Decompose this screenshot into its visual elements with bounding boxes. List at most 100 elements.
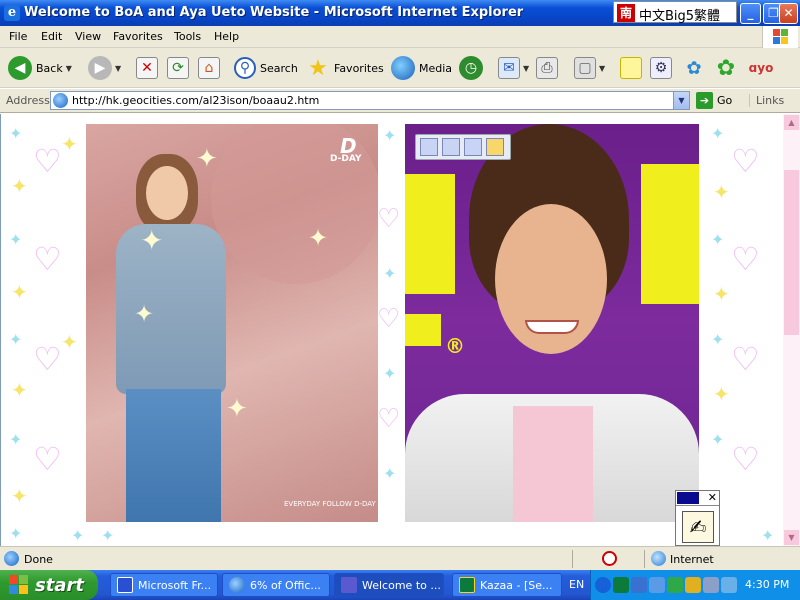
kazaa-tray-icon[interactable] [613,577,629,593]
go-button[interactable]: ➔ Go [696,92,732,109]
sparkle-icon: ✦ [134,300,155,328]
my-pictures-icon[interactable] [486,138,504,156]
mail-dropdown-icon[interactable]: ▼ [523,64,529,73]
forward-dropdown-icon[interactable]: ▼ [115,64,121,73]
task-label: Kazaa - [Se... [480,578,553,592]
icq-icon: ✿ [716,55,736,81]
connection-tray-icon[interactable] [721,577,737,593]
face-shape [146,166,188,220]
go-label: Go [717,94,733,107]
menu-edit[interactable]: Edit [41,30,62,43]
frontpage-icon [117,577,133,593]
volume-tray-icon[interactable] [703,577,719,593]
tray-expand-icon[interactable] [595,577,611,593]
messenger-tray-icon[interactable] [649,577,665,593]
task-kazaa[interactable]: Kazaa - [Se... [452,573,562,597]
windows-flag-icon [9,575,29,595]
back-icon: ◀ [8,56,32,80]
language-indicator[interactable]: EN [569,578,584,591]
vertical-scrollbar[interactable]: ▲ ▼ [783,114,800,546]
status-bar: Done Internet [0,546,800,570]
transfer-tray-icon[interactable] [685,577,701,593]
favorites-button[interactable]: ★ Favorites [306,54,384,82]
page-content: ♡ ♡ ♡ ♡ ✦ ✦ ✦ ✦ ✦ ✦ ✦ ✦ ✦ ✦ ✦ ✦ ✦ ♡ ♡ ♡ … [0,114,783,546]
menu-help[interactable]: Help [214,30,239,43]
mail-button[interactable]: ✉ ▼ [498,54,529,82]
heart-icon: ♡ [33,340,62,378]
popup-close-icon[interactable]: ✕ [708,491,717,504]
home-icon: ⌂ [198,57,220,79]
stop-button[interactable]: ✕ [136,54,158,82]
msn-button[interactable]: ɑyo [746,54,776,82]
icq-button[interactable]: ✿ [714,54,738,82]
page-done-icon [4,551,19,566]
task-welcome-ie[interactable]: Welcome to ... [334,573,444,597]
network-tray-icon[interactable] [631,577,647,593]
menu-view[interactable]: View [75,30,101,43]
sparkle-icon: ✦ [383,126,397,145]
print-image-icon[interactable] [442,138,460,156]
popup-widget: ✕ ✍ [675,490,720,546]
jeans-shape [126,389,221,522]
popup-blocked-icon[interactable] [602,551,617,566]
windows-logo-icon [762,26,798,48]
address-dropdown-icon[interactable]: ▼ [673,92,689,109]
ie-icon [229,577,245,593]
forward-icon: ▶ [88,56,112,80]
media-button[interactable]: Media [391,54,452,82]
sparkle-icon: ✦ [383,264,397,283]
start-button[interactable]: start [0,570,98,600]
internet-zone-icon [651,551,666,566]
minimize-button[interactable]: _ [740,3,761,24]
save-image-icon[interactable] [420,138,438,156]
sparkle-icon: ✦ [61,132,78,156]
sparkle-icon: ✦ [711,230,725,249]
sparkle-icon: ✦ [196,144,218,174]
back-button[interactable]: ◀ Back ▼ [8,54,72,82]
sparkle-icon: ✦ [713,180,730,204]
messenger-button[interactable]: ✿ [682,54,706,82]
scroll-up-icon[interactable]: ▲ [784,115,799,130]
menu-file[interactable]: File [9,30,27,43]
search-label: Search [260,61,298,75]
address-input[interactable]: http://hk.geocities.com/al23ison/boaau2.… [50,91,690,110]
history-button[interactable]: ◷ [459,54,483,82]
back-label: Back [36,61,63,75]
scroll-down-icon[interactable]: ▼ [784,530,799,545]
popup-hand-icon[interactable]: ✍ [682,511,714,543]
registered-mark: ® [445,334,465,358]
edit-dropdown-icon[interactable]: ▼ [599,64,605,73]
task-microsoft-frontpage[interactable]: Microsoft Fr... [110,573,218,597]
edit-button[interactable]: ▢ ▼ [574,54,605,82]
research-button[interactable]: ⚙ [650,54,672,82]
search-button[interactable]: ⚲ Search [234,54,298,82]
discuss-button[interactable] [620,54,642,82]
scroll-thumb[interactable] [784,170,799,335]
heart-icon: ♡ [33,440,62,478]
image-toolbar [415,134,511,160]
refresh-button[interactable]: ⟳ [167,54,189,82]
research-icon: ⚙ [650,57,672,79]
media-icon [391,56,415,80]
home-button[interactable]: ⌂ [198,54,220,82]
menu-bar: File Edit View Favorites Tools Help [0,26,800,48]
heart-icon: ♡ [33,240,62,278]
ime-indicator[interactable]: 南 中文Big5繁體 [613,1,737,24]
heart-icon: ♡ [731,240,760,278]
media-label: Media [419,61,453,75]
close-button[interactable]: ✕ [779,3,798,24]
task-office-download[interactable]: 6% of Offic... [222,573,330,597]
heart-icon: ♡ [731,142,760,180]
mail-image-icon[interactable] [464,138,482,156]
menu-tools[interactable]: Tools [174,30,201,43]
back-dropdown-icon[interactable]: ▼ [66,64,72,73]
go-arrow-icon: ➔ [696,92,713,109]
user-tray-icon[interactable] [667,577,683,593]
forward-button[interactable]: ▶ ▼ [88,54,121,82]
menu-favorites[interactable]: Favorites [113,30,163,43]
status-divider [572,550,573,568]
links-toolbar[interactable]: Links [749,94,784,107]
heart-icon: ♡ [377,204,401,234]
print-button[interactable]: ⎙ [536,54,558,82]
sparkle-icon: ✦ [9,124,23,143]
